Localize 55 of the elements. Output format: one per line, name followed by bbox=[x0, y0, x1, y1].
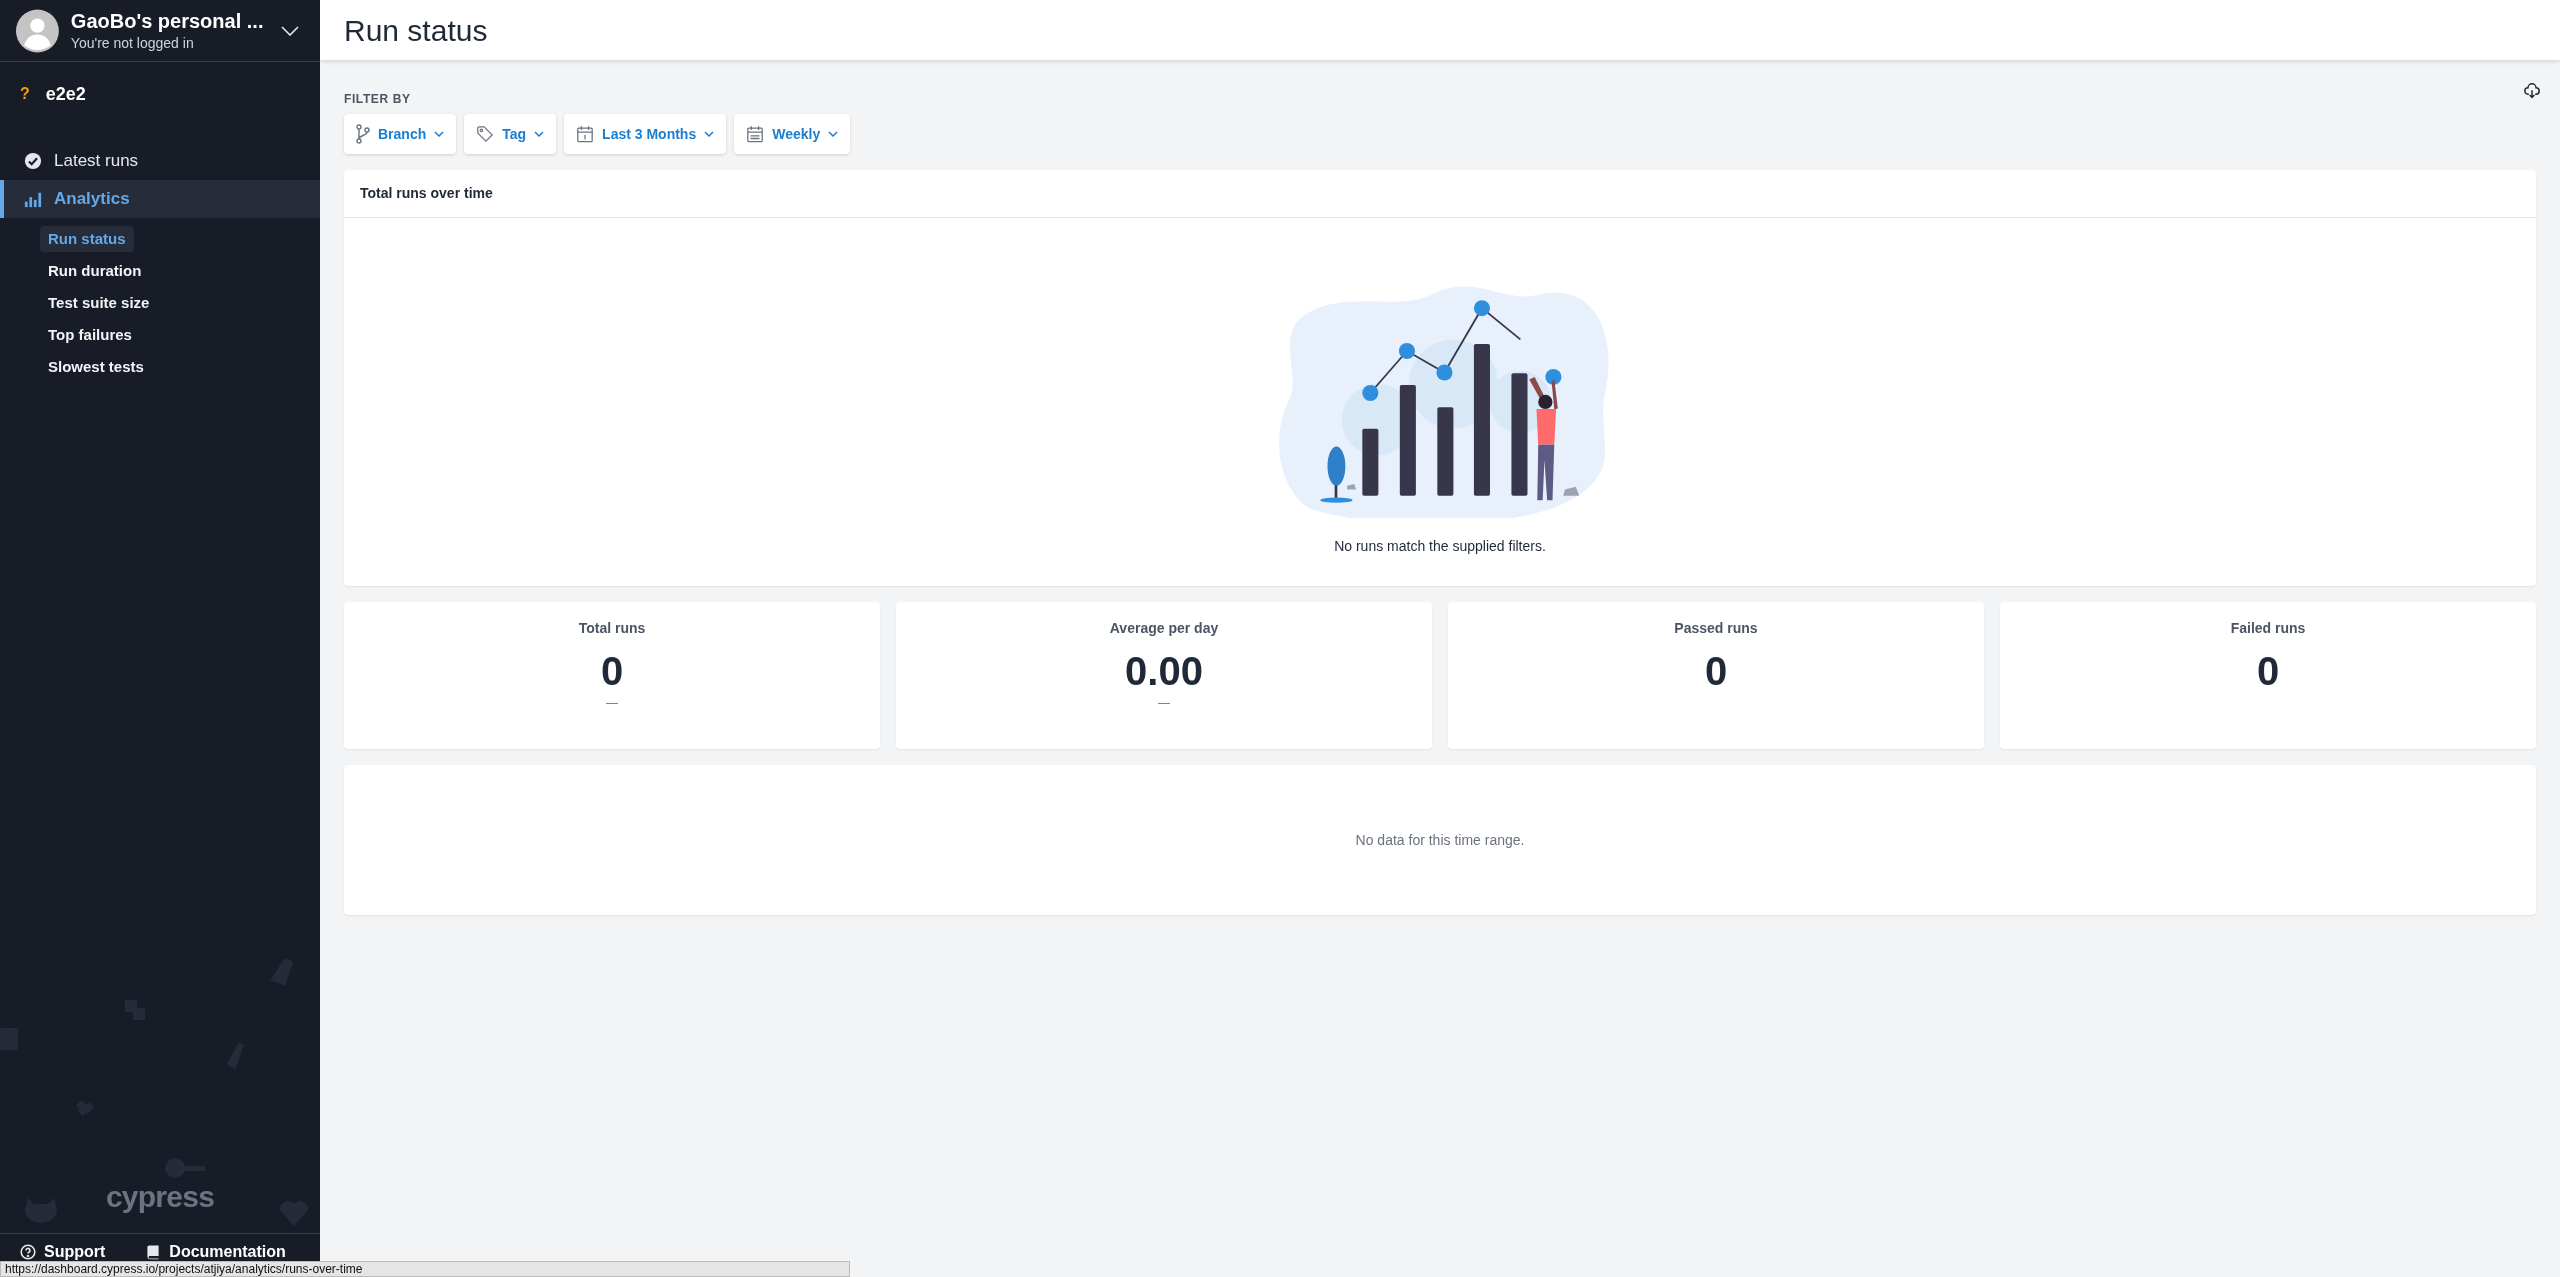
caret-icon bbox=[828, 131, 839, 137]
filter-dropdown[interactable]: Last 3 Months bbox=[564, 114, 727, 154]
card-title: Total runs over time bbox=[360, 184, 493, 203]
page-title: Run status bbox=[344, 12, 488, 49]
status-url-tooltip: https://dashboard.cypress.io/projects/atjiya/analytics/runs-over-time bbox=[0, 1261, 850, 1277]
stat-label: Total runs bbox=[578, 619, 646, 638]
stat-value: 0 bbox=[2256, 648, 2280, 695]
bar-chart-icon bbox=[24, 190, 42, 208]
empty-state-message: No data for this time range. bbox=[1355, 830, 1525, 850]
rock bbox=[1563, 486, 1580, 496]
chart-point bbox=[1436, 364, 1453, 381]
caret-icon bbox=[704, 131, 715, 137]
stat-value: 0.00 bbox=[1125, 648, 1203, 695]
branch-icon bbox=[356, 124, 370, 144]
stat-value: 0 bbox=[1704, 648, 1728, 695]
project-status-icon: ? bbox=[20, 82, 30, 106]
stat-label: Failed runs bbox=[2230, 619, 2306, 638]
nav-item[interactable]: Latest runs bbox=[0, 142, 320, 180]
login-status: You're not logged in bbox=[70, 33, 195, 53]
help-icon bbox=[20, 1244, 36, 1260]
trend-indicator: — bbox=[606, 695, 618, 711]
chart-point bbox=[1545, 368, 1562, 385]
nav-item[interactable]: Analytics bbox=[0, 180, 320, 218]
filter-dropdown[interactable]: Weekly bbox=[734, 114, 851, 154]
sub-nav-item[interactable]: Run duration bbox=[40, 258, 150, 284]
sub-nav-item[interactable]: Run status bbox=[40, 226, 134, 252]
filter-dropdown[interactable]: Branch bbox=[344, 114, 457, 154]
stat-value: 0 bbox=[600, 648, 624, 695]
tree-drawing bbox=[1320, 446, 1353, 503]
project-name: e2e2 bbox=[45, 82, 86, 106]
trend-indicator: — bbox=[1158, 695, 1170, 711]
calendar-icon bbox=[576, 125, 595, 143]
sub-nav-item[interactable]: Slowest tests bbox=[40, 354, 152, 380]
rock bbox=[1347, 484, 1357, 490]
sub-nav-item[interactable]: Top failures bbox=[40, 322, 140, 348]
check-circle-icon bbox=[24, 152, 42, 170]
empty-state-message: No runs match the supplied filters. bbox=[1334, 537, 1546, 556]
caret-icon bbox=[534, 131, 545, 137]
filter-dropdown[interactable]: Tag bbox=[464, 114, 557, 154]
footer-link[interactable]: Documentation bbox=[145, 1240, 286, 1264]
chart-point bbox=[1473, 300, 1490, 317]
stat-label: Average per day bbox=[1109, 619, 1219, 638]
footer-link[interactable]: Support bbox=[20, 1240, 106, 1264]
cloud-download-icon bbox=[2524, 83, 2540, 99]
chart-point bbox=[1398, 343, 1415, 360]
sub-nav-item[interactable]: Test suite size bbox=[40, 290, 158, 316]
cypress-logo: cypress bbox=[105, 1179, 215, 1215]
chevron-down-icon bbox=[280, 25, 299, 36]
account-name: GaoBo's personal ... bbox=[70, 8, 264, 33]
caret-icon bbox=[434, 131, 445, 137]
calendar-icon bbox=[746, 125, 765, 143]
stat-label: Passed runs bbox=[1674, 619, 1758, 638]
filter-label: FILTER BY bbox=[344, 91, 411, 108]
tag-icon bbox=[476, 125, 495, 143]
book-icon bbox=[145, 1244, 162, 1260]
